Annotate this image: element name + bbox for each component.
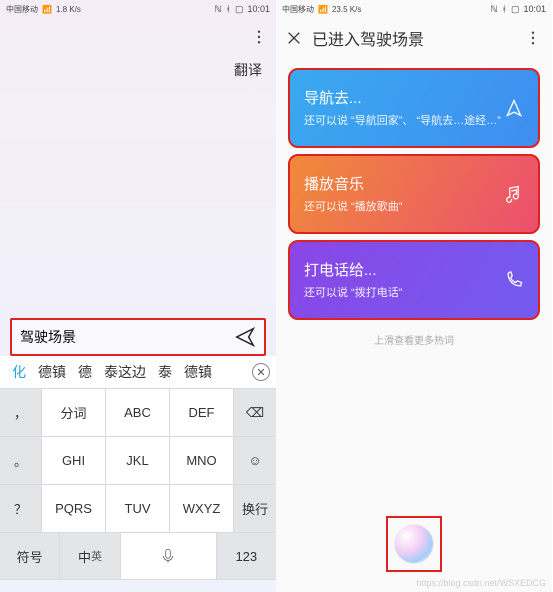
card-navigate[interactable]: 导航去... 还可以说 “导航回家”、 “导航去…途经…” bbox=[288, 68, 540, 148]
nfc-icon: ℕ bbox=[214, 4, 221, 15]
kb-key-enter[interactable]: 换行 bbox=[234, 485, 276, 532]
kb-key-tuv[interactable]: TUV bbox=[106, 485, 170, 532]
header-right: 已进入驾驶场景 bbox=[276, 18, 552, 62]
candidate-item[interactable]: 化 bbox=[6, 362, 32, 382]
carrier-label: 中国移动 bbox=[6, 4, 38, 15]
footer-tip: 上滑查看更多热词 bbox=[276, 332, 552, 347]
candidate-item[interactable]: 德 bbox=[72, 362, 98, 382]
send-icon[interactable] bbox=[234, 326, 256, 348]
kb-key-fenci[interactable]: 分词 bbox=[42, 389, 106, 436]
bluetooth-icon: ᚼ bbox=[226, 4, 231, 14]
navigation-icon bbox=[504, 98, 524, 118]
phone-left: 中国移动 📶 1.8 K/s ℕ ᚼ ▢ 10:01 翻译 化 德镇 德 泰这边… bbox=[0, 0, 276, 592]
microphone-icon bbox=[159, 547, 177, 565]
content-area bbox=[0, 80, 276, 318]
card-subtitle: 还可以说 “拨打电话” bbox=[304, 284, 524, 300]
assistant-orb-icon bbox=[394, 524, 434, 564]
kb-key-mno[interactable]: MNO bbox=[170, 437, 234, 484]
candidate-item[interactable]: 德镇 bbox=[178, 362, 218, 382]
kb-key-def[interactable]: DEF bbox=[170, 389, 234, 436]
kb-key-123[interactable]: 123 bbox=[217, 533, 276, 579]
music-note-icon bbox=[504, 184, 524, 204]
kb-key-jkl[interactable]: JKL bbox=[106, 437, 170, 484]
kb-key-emoji[interactable]: ☺ bbox=[234, 437, 276, 484]
text-input-bar bbox=[10, 318, 266, 356]
kb-key-question[interactable]: ？ bbox=[0, 485, 42, 532]
battery-icon: ▢ bbox=[511, 4, 520, 15]
kb-key-period[interactable]: 。 bbox=[0, 437, 42, 484]
kb-key-backspace[interactable]: ⌫ bbox=[234, 389, 276, 436]
header-left bbox=[0, 18, 276, 56]
net-speed: 23.5 K/s bbox=[332, 5, 361, 14]
candidate-item[interactable]: 德镇 bbox=[32, 362, 72, 382]
more-icon[interactable] bbox=[524, 29, 542, 47]
card-title: 播放音乐 bbox=[304, 173, 524, 194]
card-subtitle: 还可以说 “播放歌曲” bbox=[304, 198, 524, 214]
kb-key-abc[interactable]: ABC bbox=[106, 389, 170, 436]
kb-key-wxyz[interactable]: WXYZ bbox=[170, 485, 234, 532]
signal-icon: 📶 bbox=[42, 5, 52, 14]
clock: 10:01 bbox=[247, 4, 270, 14]
kb-key-lang[interactable]: 中英 bbox=[60, 533, 120, 579]
kb-key-symbols[interactable]: 符号 bbox=[0, 533, 60, 579]
candidates-close-icon[interactable]: ✕ bbox=[252, 363, 270, 381]
ime-candidates: 化 德镇 德 泰这边 泰 德镇 ✕ bbox=[0, 356, 276, 388]
kb-key-space[interactable] bbox=[121, 533, 217, 579]
card-call[interactable]: 打电话给... 还可以说 “拨打电话” bbox=[288, 240, 540, 320]
signal-icon: 📶 bbox=[318, 5, 328, 14]
carrier-label: 中国移动 bbox=[282, 4, 314, 15]
close-icon[interactable] bbox=[286, 30, 302, 46]
kb-key-pqrs[interactable]: PQRS bbox=[42, 485, 106, 532]
status-bar: 中国移动 📶 23.5 K/s ℕ ᚼ ▢ 10:01 bbox=[276, 0, 552, 18]
net-speed: 1.8 K/s bbox=[56, 5, 81, 14]
clock: 10:01 bbox=[523, 4, 546, 14]
card-subtitle: 还可以说 “导航回家”、 “导航去…途经…” bbox=[304, 112, 524, 128]
nfc-icon: ℕ bbox=[490, 4, 497, 15]
kb-key-ghi[interactable]: GHI bbox=[42, 437, 106, 484]
more-icon[interactable] bbox=[250, 28, 268, 46]
status-bar: 中国移动 📶 1.8 K/s ℕ ᚼ ▢ 10:01 bbox=[0, 0, 276, 18]
kb-key-comma[interactable]: ， bbox=[0, 389, 42, 436]
battery-icon: ▢ bbox=[235, 4, 244, 15]
card-music[interactable]: 播放音乐 还可以说 “播放歌曲” bbox=[288, 154, 540, 234]
card-title: 导航去... bbox=[304, 87, 524, 108]
candidate-item[interactable]: 泰 bbox=[152, 362, 178, 382]
keyboard: ， 分词 ABC DEF ⌫ 。 GHI JKL MNO ☺ ？ PQRS TU… bbox=[0, 388, 276, 580]
voice-assistant-button[interactable] bbox=[386, 516, 442, 572]
translate-button[interactable]: 翻译 bbox=[0, 56, 276, 80]
phone-right: 中国移动 📶 23.5 K/s ℕ ᚼ ▢ 10:01 已进入驾驶场景 导航去.… bbox=[276, 0, 552, 592]
card-title: 打电话给... bbox=[304, 259, 524, 280]
bluetooth-icon: ᚼ bbox=[502, 4, 507, 14]
phone-icon bbox=[504, 270, 524, 290]
candidate-item[interactable]: 泰这边 bbox=[98, 362, 152, 382]
watermark: https://blog.csdn.net/WSXEDCG bbox=[416, 578, 546, 588]
page-title: 已进入驾驶场景 bbox=[312, 26, 424, 50]
message-input[interactable] bbox=[20, 329, 234, 345]
